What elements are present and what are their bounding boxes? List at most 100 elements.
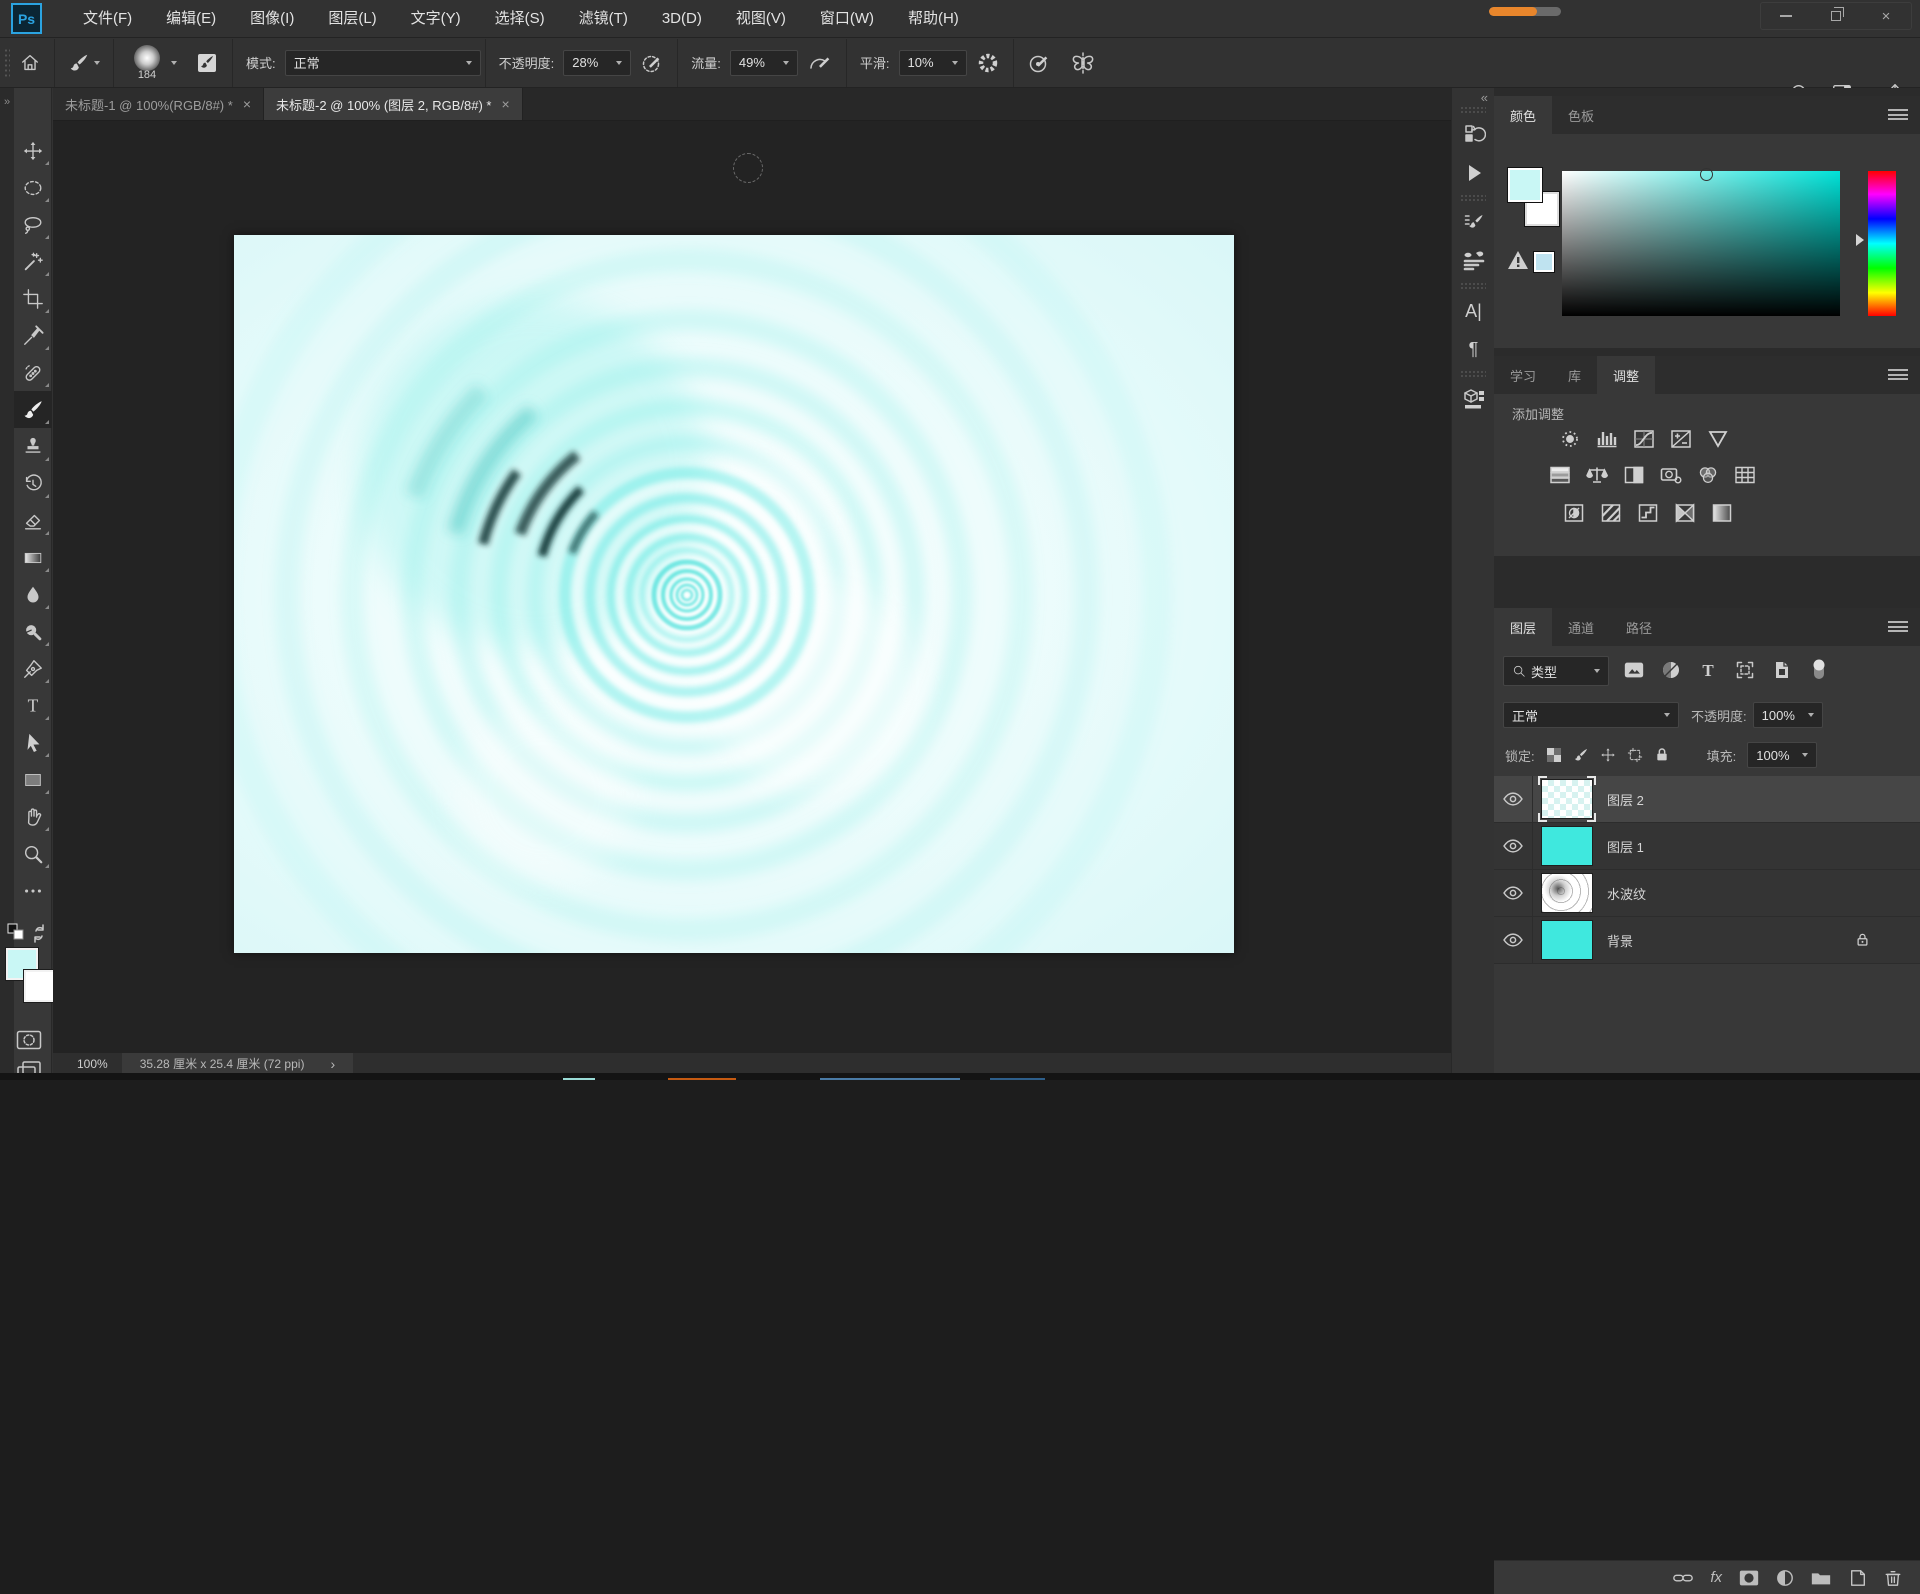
filter-smart-objects-icon[interactable] <box>1770 658 1794 682</box>
elliptical-marquee-tool[interactable] <box>14 169 52 206</box>
document-tab-2[interactable]: 未标题-2 @ 100% (图层 2, RGB/8#) * × <box>264 88 523 120</box>
layer-thumbnail[interactable] <box>1541 779 1593 819</box>
eraser-tool[interactable] <box>14 502 52 539</box>
lasso-tool[interactable] <box>14 206 52 243</box>
panel-group-handle[interactable] <box>1460 370 1486 378</box>
filter-adjustment-layers-icon[interactable] <box>1659 658 1683 682</box>
gradient-map-icon[interactable] <box>1671 502 1699 524</box>
layer-blend-mode-select[interactable]: 正常 <box>1503 702 1679 728</box>
brush-settings-toggle[interactable] <box>186 43 228 83</box>
saturation-brightness-field[interactable] <box>1562 171 1840 316</box>
layer-name[interactable]: 水波纹 <box>1607 884 1646 903</box>
tab-swatches[interactable]: 色板 <box>1552 96 1610 134</box>
brush-preset-picker[interactable]: 184 <box>118 43 186 83</box>
canvas-pasteboard[interactable] <box>53 121 1451 1053</box>
background-color-swatch[interactable] <box>24 970 56 1002</box>
tab-paths[interactable]: 路径 <box>1610 608 1668 646</box>
zoom-tool[interactable] <box>14 835 52 872</box>
document-canvas[interactable] <box>234 235 1234 953</box>
layer-thumbnail[interactable] <box>1541 873 1593 913</box>
menu-window[interactable]: 窗口(W) <box>803 0 891 38</box>
tab-learn[interactable]: 学习 <box>1494 356 1552 394</box>
move-tool[interactable] <box>14 132 52 169</box>
layer-row-2[interactable]: 图层 1 <box>1494 823 1920 870</box>
filter-toggle-icon[interactable] <box>1807 658 1831 682</box>
color-picker-ring[interactable] <box>1700 168 1713 181</box>
status-chevron-icon[interactable]: › <box>330 1056 335 1072</box>
lock-transparency-icon[interactable] <box>1546 747 1562 763</box>
paragraph-panel-button[interactable]: ¶ <box>1452 330 1495 368</box>
paint-symmetry-button[interactable] <box>1060 43 1106 83</box>
invert-icon[interactable] <box>1560 502 1588 524</box>
panel-group-handle[interactable] <box>1460 282 1486 290</box>
hue-slider[interactable] <box>1868 171 1896 316</box>
gamut-color-swatch[interactable] <box>1534 252 1554 272</box>
layer-row-3[interactable]: 水波纹 <box>1494 870 1920 917</box>
layer-name[interactable]: 图层 1 <box>1607 837 1644 856</box>
close-button[interactable]: × <box>1861 3 1911 29</box>
layer-thumbnail[interactable] <box>1541 920 1593 960</box>
filter-shape-layers-icon[interactable] <box>1733 658 1757 682</box>
menu-3d[interactable]: 3D(D) <box>645 0 719 38</box>
history-brush-tool[interactable] <box>14 465 52 502</box>
filter-pixel-layers-icon[interactable] <box>1622 658 1646 682</box>
edit-toolbar-button[interactable] <box>14 872 52 909</box>
properties-panel-button[interactable] <box>1452 380 1495 418</box>
rectangle-tool[interactable] <box>14 761 52 798</box>
lock-position-icon[interactable] <box>1600 747 1616 763</box>
expand-panel-icon[interactable]: » <box>0 96 14 108</box>
lock-artboard-icon[interactable] <box>1627 747 1643 763</box>
menu-type[interactable]: 文字(Y) <box>394 0 478 38</box>
opacity-pressure-button[interactable] <box>631 43 673 83</box>
airbrush-button[interactable] <box>798 43 842 83</box>
layer-filter-select[interactable]: 类型 <box>1503 656 1609 686</box>
opacity-select[interactable]: 28% <box>563 50 631 76</box>
link-layers-icon[interactable] <box>1672 1569 1694 1587</box>
layer-name[interactable]: 背景 <box>1607 931 1633 950</box>
clone-stamp-tool[interactable] <box>14 428 52 465</box>
gamut-warning-icon[interactable] <box>1506 248 1530 272</box>
menu-edit[interactable]: 编辑(E) <box>149 0 233 38</box>
menu-help[interactable]: 帮助(H) <box>891 0 976 38</box>
brush-settings-panel-button[interactable] <box>1452 204 1495 242</box>
layer-name[interactable]: 图层 2 <box>1607 790 1644 809</box>
swap-colors-icon[interactable] <box>36 925 43 931</box>
new-layer-icon[interactable] <box>1848 1569 1868 1587</box>
panel-menu-icon[interactable] <box>1888 369 1908 380</box>
new-group-icon[interactable] <box>1810 1569 1832 1587</box>
path-selection-tool[interactable] <box>14 724 52 761</box>
panel-group-handle[interactable] <box>1460 106 1486 114</box>
exposure-icon[interactable] <box>1667 428 1695 450</box>
visibility-toggle[interactable] <box>1494 917 1533 963</box>
black-white-icon[interactable] <box>1620 464 1648 486</box>
tab-channels[interactable]: 通道 <box>1552 608 1610 646</box>
posterize-icon[interactable] <box>1597 502 1625 524</box>
layer-opacity-select[interactable]: 100% <box>1753 702 1823 728</box>
curves-icon[interactable] <box>1630 428 1658 450</box>
smoothing-select[interactable]: 10% <box>899 50 967 76</box>
restore-button[interactable] <box>1811 3 1861 29</box>
history-panel-button[interactable] <box>1452 116 1495 154</box>
layer-fill-select[interactable]: 100% <box>1747 742 1817 768</box>
visibility-toggle[interactable] <box>1494 870 1533 916</box>
tab-layers[interactable]: 图层 <box>1494 608 1552 646</box>
levels-icon[interactable] <box>1593 428 1621 450</box>
color-lookup-icon[interactable] <box>1731 464 1759 486</box>
tab-color[interactable]: 颜色 <box>1494 96 1552 134</box>
channel-mixer-icon[interactable] <box>1694 464 1722 486</box>
background-lock-icon[interactable] <box>1855 932 1870 948</box>
character-panel-button[interactable]: A| <box>1452 292 1495 330</box>
menu-file[interactable]: 文件(F) <box>66 0 149 38</box>
delete-layer-icon[interactable] <box>1884 1569 1902 1587</box>
flow-select[interactable]: 49% <box>730 50 798 76</box>
tool-preset-picker[interactable] <box>59 43 109 83</box>
menu-view[interactable]: 视图(V) <box>719 0 803 38</box>
panel-menu-icon[interactable] <box>1888 109 1908 120</box>
foreground-color-swatch[interactable] <box>1508 168 1542 202</box>
pen-tool[interactable] <box>14 650 52 687</box>
brush-tool[interactable] <box>14 391 52 428</box>
hue-saturation-icon[interactable] <box>1546 464 1574 486</box>
layer-row-1[interactable]: 图层 2 <box>1494 776 1920 823</box>
smoothing-options-button[interactable] <box>967 43 1009 83</box>
gradient-tool[interactable] <box>14 539 52 576</box>
